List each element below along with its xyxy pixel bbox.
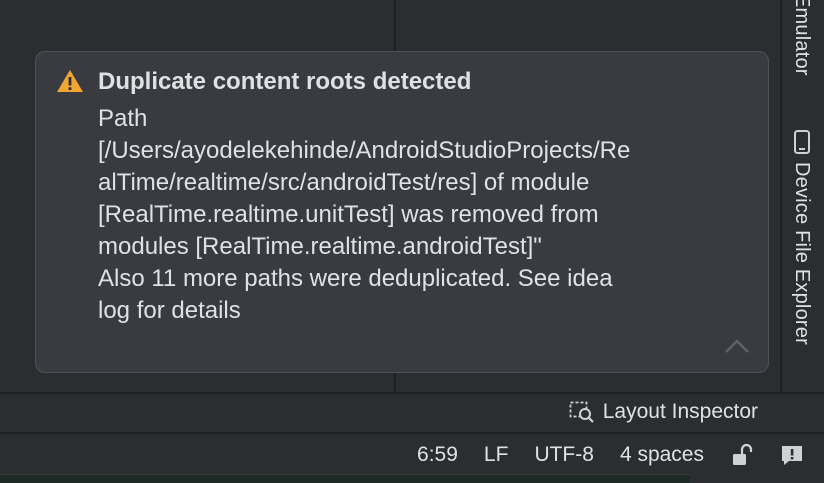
notification-body-line: Path bbox=[98, 105, 148, 132]
notification-body: Path [/Users/ayodelekehinde/AndroidStudi… bbox=[98, 103, 738, 327]
emulator-tool-button[interactable]: Emulator bbox=[790, 0, 813, 76]
right-tool-window-strip: Emulator Device File Explorer bbox=[780, 0, 824, 392]
notification-body-line: alTime/realtime/src/androidTest/res] of … bbox=[98, 169, 590, 196]
notification-body-line: modules [RealTime.realtime.androidTest]" bbox=[98, 233, 542, 260]
file-encoding[interactable]: UTF-8 bbox=[534, 443, 594, 467]
device-file-explorer-tool-button[interactable]: Device File Explorer bbox=[790, 130, 813, 345]
readonly-toggle[interactable] bbox=[730, 443, 754, 467]
emulator-label: Emulator bbox=[791, 0, 813, 76]
notification-body-line: log for details bbox=[98, 297, 241, 324]
notification-body-line: [/Users/ayodelekehinde/AndroidStudioProj… bbox=[98, 137, 631, 164]
line-separator[interactable]: LF bbox=[484, 443, 509, 467]
device-file-explorer-label: Device File Explorer bbox=[791, 162, 813, 345]
layout-inspector-icon bbox=[569, 401, 594, 423]
notification-popup: Duplicate content roots detected Path [/… bbox=[35, 51, 769, 373]
notification-body-line: [RealTime.realtime.unitTest] was removed… bbox=[98, 201, 599, 228]
event-log-button[interactable] bbox=[780, 443, 804, 467]
layout-inspector-label: Layout Inspector bbox=[602, 400, 758, 423]
notification-title: Duplicate content roots detected bbox=[98, 68, 472, 95]
chevron-up-icon[interactable] bbox=[724, 338, 750, 354]
unlock-icon bbox=[733, 443, 753, 465]
device-icon bbox=[793, 130, 810, 154]
indent-setting[interactable]: 4 spaces bbox=[620, 443, 704, 467]
cursor-position[interactable]: 6:59 bbox=[417, 443, 458, 467]
notification-body-line: Also 11 more paths were deduplicated. Se… bbox=[98, 265, 613, 292]
warning-icon bbox=[57, 70, 83, 92]
notification-alert-icon bbox=[782, 446, 802, 465]
layout-inspector-button[interactable]: Layout Inspector bbox=[569, 400, 758, 424]
bottom-tool-strip: Layout Inspector bbox=[0, 392, 824, 432]
